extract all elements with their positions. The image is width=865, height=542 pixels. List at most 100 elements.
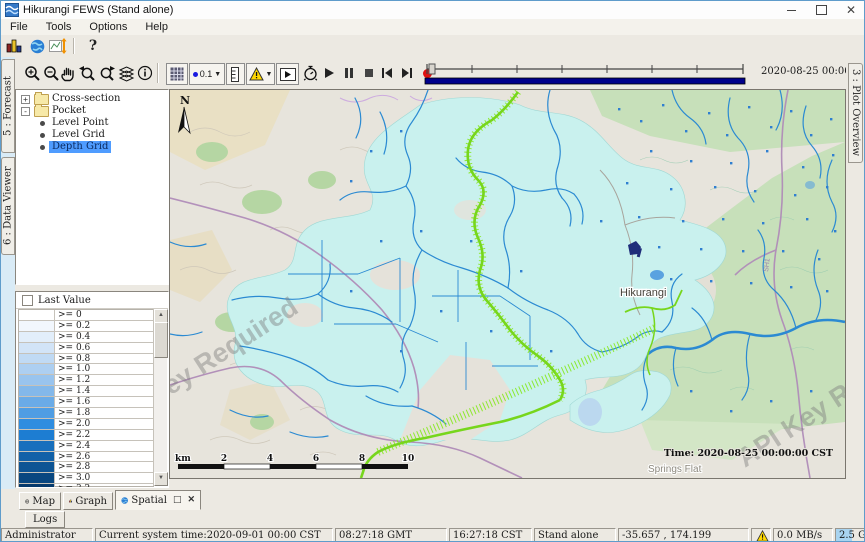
status-transfer-rate: 0.0 MB/s xyxy=(773,528,833,542)
legend-scrollbar[interactable]: ▲ ▼ xyxy=(153,309,167,486)
zoom-in-button[interactable] xyxy=(23,63,41,83)
status-system-time: Current system time:2020-09-01 00:00 CST xyxy=(95,528,333,542)
legend-row-label: >= 0.4 xyxy=(55,332,153,342)
warning-dropdown[interactable]: ▼ xyxy=(246,63,275,85)
legend-row-label: >= 3.0 xyxy=(55,473,153,483)
legend-row: >= 3.0 xyxy=(19,473,153,484)
globe-icon xyxy=(30,39,45,54)
legend-header-label: Last Value xyxy=(38,295,91,306)
interval-dropdown[interactable]: 0.1 ▼ xyxy=(189,63,225,85)
legend-row-label: >= 1.2 xyxy=(55,375,153,385)
window-title: Hikurangi FEWS (Stand alone) xyxy=(23,4,173,16)
animation-window-button[interactable] xyxy=(276,63,299,85)
tab-graph-label: Graph xyxy=(75,496,107,507)
legend-table: >= 0>= 0.2>= 0.4>= 0.6>= 0.8>= 1.0>= 1.2… xyxy=(18,309,154,487)
stop-button[interactable] xyxy=(361,63,377,83)
close-panel-icon[interactable]: ✕ xyxy=(187,495,195,505)
legend-color-swatch xyxy=(19,375,55,385)
scroll-down-icon[interactable]: ▼ xyxy=(154,472,168,486)
svg-text:10: 10 xyxy=(402,454,415,464)
sidebar-tab-plot-overview[interactable]: 3 : Plot Overview xyxy=(848,63,863,163)
tree-item-pocket[interactable]: - Pocket xyxy=(16,105,168,117)
sidebar-tab-data-viewer[interactable]: 6 : Data Viewer xyxy=(1,157,15,255)
tree-item-level-grid[interactable]: Level Grid xyxy=(16,129,168,141)
grid-toggle-button[interactable] xyxy=(166,63,188,85)
svg-text:2: 2 xyxy=(221,454,227,464)
scrollbar-thumb[interactable] xyxy=(154,322,168,358)
step-forward-button[interactable] xyxy=(399,63,415,83)
legend-row-label: >= 1.6 xyxy=(55,397,153,407)
pause-button[interactable] xyxy=(341,63,357,83)
zoom-next-icon xyxy=(98,65,116,82)
spatial-display-button[interactable] xyxy=(48,37,68,55)
legend-color-swatch xyxy=(19,473,55,483)
title-bar[interactable]: Hikurangi FEWS (Stand alone) ✕ xyxy=(1,1,865,20)
tree-item-depth-grid[interactable]: Depth Grid xyxy=(16,141,168,153)
status-local-time: 16:27:18 CST xyxy=(449,528,532,542)
bar-chart-icon xyxy=(69,495,72,507)
legend-color-swatch xyxy=(19,343,55,353)
animation-timer-button[interactable] xyxy=(301,63,319,83)
zoom-next-button[interactable] xyxy=(97,63,116,83)
info-button[interactable] xyxy=(136,63,154,83)
timeline-thumb[interactable] xyxy=(429,64,435,74)
status-gmt-time: 08:27:18 GMT xyxy=(335,528,447,542)
menu-tools[interactable]: Tools xyxy=(37,19,81,35)
database-display-button[interactable] xyxy=(5,37,23,55)
logs-button[interactable]: Logs xyxy=(25,511,65,528)
tree-item-label: Cross-section xyxy=(49,93,123,105)
float-panel-icon[interactable]: □ xyxy=(173,495,182,505)
tab-map[interactable]: Map xyxy=(19,492,61,510)
legend-row-label: >= 2.6 xyxy=(55,452,153,462)
legend-row-label: >= 2.8 xyxy=(55,462,153,472)
tree-item-label: Level Point xyxy=(49,117,112,129)
tab-graph[interactable]: Graph xyxy=(63,492,113,510)
legend-row: >= 2.4 xyxy=(19,441,153,452)
maximize-button[interactable] xyxy=(806,2,836,18)
sidebar-tab-forecast[interactable]: 5 : Forecast xyxy=(1,59,15,153)
legend-row-label: >= 0 xyxy=(55,310,153,320)
zoom-out-icon xyxy=(43,65,60,82)
hand-icon xyxy=(60,65,76,82)
pan-button[interactable] xyxy=(59,63,77,83)
timeline-slider[interactable] xyxy=(424,61,746,87)
tab-spatial[interactable]: Spatial □ ✕ xyxy=(115,490,201,510)
legend-color-swatch xyxy=(19,441,55,451)
menu-options[interactable]: Options xyxy=(80,19,136,35)
chevron-down-icon: ▼ xyxy=(266,71,273,78)
tree-item-level-point[interactable]: Level Point xyxy=(16,117,168,129)
tree-item-label: Level Grid xyxy=(49,129,108,141)
map-canvas[interactable]: API Key Required API Key Required N Hiku… xyxy=(169,89,846,479)
legend-row-label: >= 1.8 xyxy=(55,408,153,418)
legend-row-label: >= 1.0 xyxy=(55,364,153,374)
warning-icon xyxy=(756,530,769,542)
zoom-out-button[interactable] xyxy=(42,63,60,83)
collapse-icon[interactable]: - xyxy=(21,107,30,116)
left-tab-strip: 5 : Forecast 6 : Data Viewer xyxy=(1,57,15,489)
minimize-button[interactable] xyxy=(776,2,806,18)
boxed-play-icon xyxy=(280,68,296,81)
main-toolbar: ? xyxy=(1,35,865,58)
expand-icon[interactable]: + xyxy=(21,95,30,104)
status-warning[interactable] xyxy=(751,528,771,542)
menu-help[interactable]: Help xyxy=(136,19,177,35)
legend-row: >= 2.6 xyxy=(19,452,153,463)
close-button[interactable]: ✕ xyxy=(836,2,865,18)
scroll-up-icon[interactable]: ▲ xyxy=(154,309,168,323)
tree-item-label: Pocket xyxy=(49,105,89,117)
step-back-button[interactable] xyxy=(379,63,395,83)
menu-file[interactable]: File xyxy=(1,19,37,35)
app-window: Hikurangi FEWS (Stand alone) ✕ File Tool… xyxy=(0,0,865,542)
map-display-button[interactable] xyxy=(28,37,46,55)
classification-button[interactable] xyxy=(226,63,245,85)
zoom-previous-button[interactable] xyxy=(77,63,96,83)
warning-icon xyxy=(249,67,264,81)
skip-start-icon xyxy=(381,67,393,79)
play-button[interactable] xyxy=(321,63,337,83)
layers-button[interactable] xyxy=(117,63,135,83)
legend-color-swatch xyxy=(19,364,55,374)
help-button[interactable]: ? xyxy=(86,37,100,55)
last-value-checkbox[interactable] xyxy=(22,295,33,306)
chevron-down-icon: ▼ xyxy=(214,71,221,78)
legend-row-label: >= 2.4 xyxy=(55,441,153,451)
